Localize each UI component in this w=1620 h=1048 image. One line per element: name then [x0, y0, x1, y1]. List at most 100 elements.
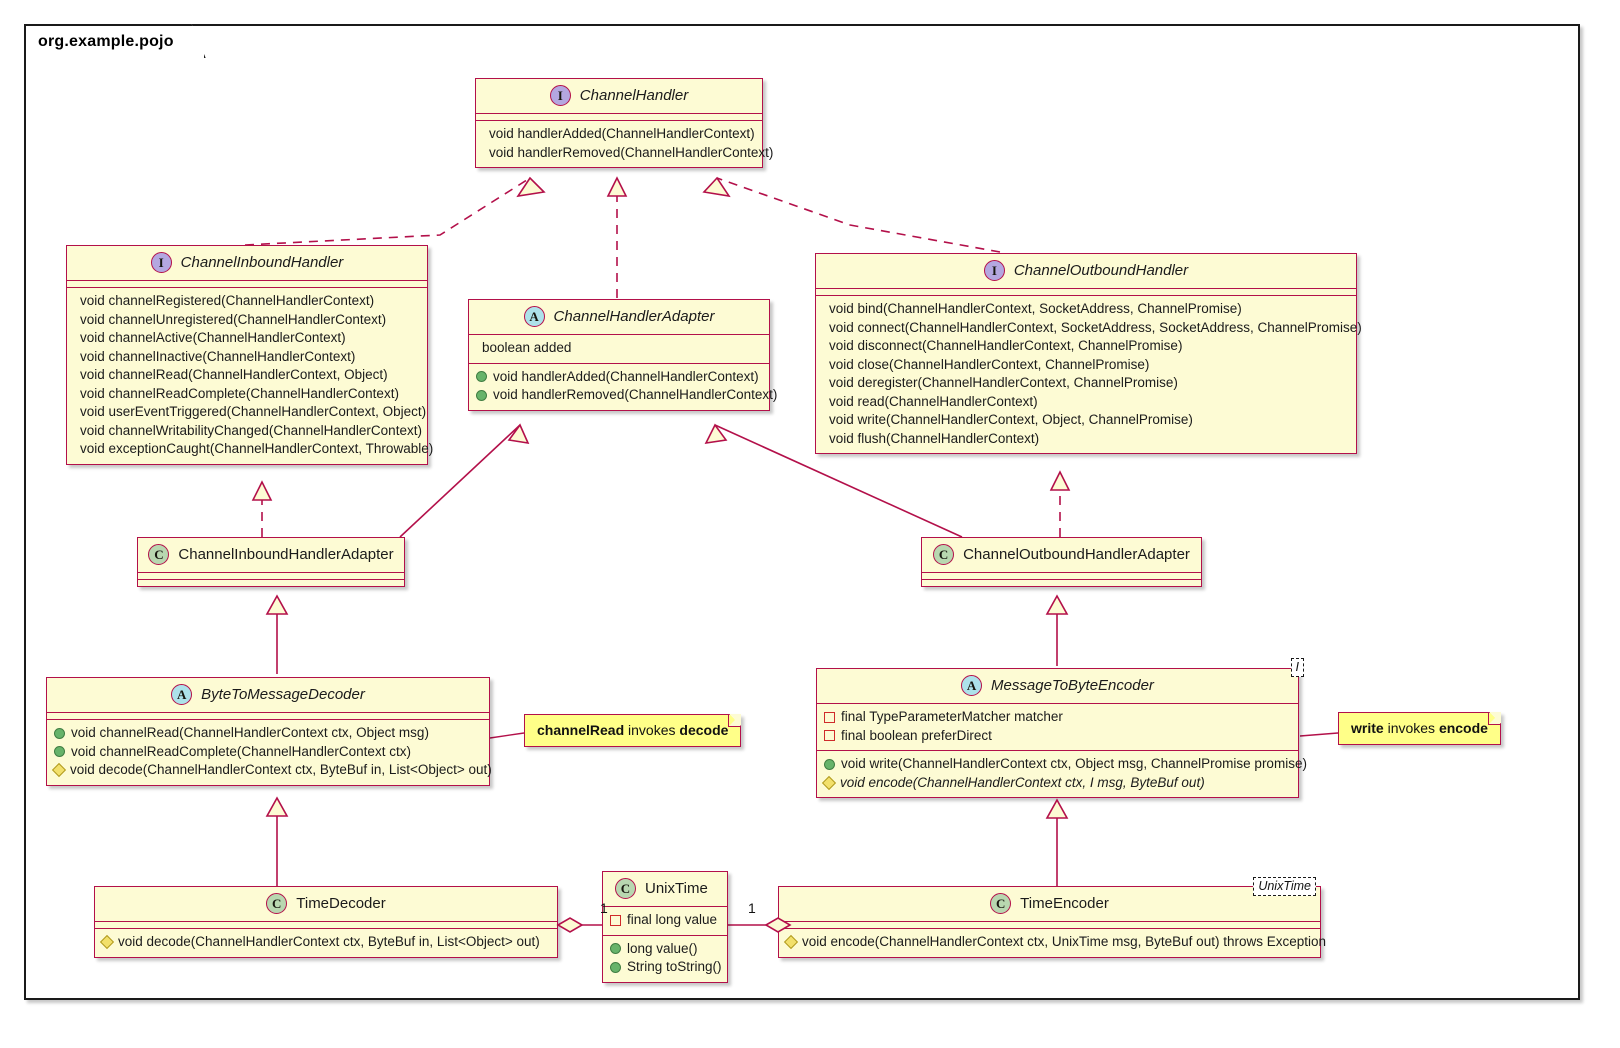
class-title: C TimeEncoder	[779, 887, 1320, 922]
field-row: boolean added	[476, 339, 762, 358]
method-row: void close(ChannelHandlerContext, Channe…	[823, 356, 1349, 375]
class-icon: C	[148, 544, 170, 565]
field-compartment: final TypeParameterMatcher matcher final…	[817, 704, 1298, 750]
method-row: void channelInactive(ChannelHandlerConte…	[74, 348, 420, 367]
note-plain: invokes	[624, 722, 680, 738]
note-bold-2: decode	[679, 722, 729, 738]
class-title: I ChannelInboundHandler	[67, 246, 427, 281]
method-row: void channelUnregistered(ChannelHandlerC…	[74, 311, 420, 330]
generic-type-parameter-tag: UnixTime	[1253, 877, 1316, 896]
empty-field-compartment	[816, 289, 1356, 296]
class-box-channel-outbound-handler[interactable]: I ChannelOutboundHandler void bind(Chann…	[815, 253, 1362, 454]
visibility-marker-public	[476, 389, 487, 401]
class-title: A ChannelHandlerAdapter	[469, 300, 769, 335]
method-label: void connect(ChannelHandlerContext, Sock…	[829, 319, 1362, 335]
class-box-channel-outbound-handler-adapter[interactable]: C ChannelOutboundHandlerAdapter	[921, 537, 1202, 587]
class-box-byte-to-message-decoder[interactable]: A ByteToMessageDecoder void channelRead(…	[46, 677, 492, 786]
method-label: void channelInactive(ChannelHandlerConte…	[80, 348, 356, 364]
field-label: final boolean preferDirect	[841, 727, 992, 743]
visibility-marker-protected	[821, 775, 837, 790]
method-label: void channelReadComplete(ChannelHandlerC…	[80, 385, 399, 401]
class-title: C TimeDecoder	[95, 887, 557, 922]
empty-method-compartment	[922, 580, 1201, 586]
method-label: void deregister(ChannelHandlerContext, C…	[829, 375, 1178, 390]
method-row: void channelWritabilityChanged(ChannelHa…	[74, 422, 422, 441]
note-bold-1: channelRead	[537, 722, 625, 738]
field-row: final TypeParameterMatcher matcher	[824, 708, 1291, 727]
class-icon: C	[990, 893, 1012, 914]
note-bold-2: encode	[1438, 720, 1488, 736]
method-label: void disconnect(ChannelHandlerContext, C…	[829, 338, 1183, 353]
method-label: void flush(ChannelHandlerContext)	[829, 430, 1040, 446]
class-name: TimeDecoder	[296, 895, 386, 912]
class-name: ChannelInboundHandlerAdapter	[178, 546, 394, 563]
class-box-time-encoder[interactable]: UnixTime C TimeEncoder void encode(Chann…	[778, 877, 1326, 958]
field-row: final boolean preferDirect	[824, 727, 1291, 746]
generic-type-parameter-tag: I	[1290, 658, 1304, 677]
field-label: final TypeParameterMatcher matcher	[841, 709, 1063, 724]
method-row: void channelReadComplete(ChannelHandlerC…	[74, 385, 420, 404]
class-title: A ByteToMessageDecoder	[47, 678, 489, 713]
visibility-marker-public	[54, 746, 65, 758]
note-write-invokes-encode: write invokes encode	[1338, 712, 1501, 745]
field-compartment: boolean added	[469, 335, 769, 363]
method-label: void channelActive(ChannelHandlerContext…	[80, 330, 346, 345]
visibility-marker-public	[824, 758, 835, 770]
method-label: void userEventTriggered(ChannelHandlerCo…	[80, 404, 427, 419]
method-compartment: long value() String toString()	[603, 934, 727, 982]
visibility-marker-protected	[783, 935, 799, 950]
method-label: void bind(ChannelHandlerContext, SocketA…	[829, 301, 1242, 316]
method-label: void decode(ChannelHandlerContext ctx, B…	[70, 762, 492, 777]
visibility-marker-public	[54, 727, 65, 739]
method-row: void encode(ChannelHandlerContext ctx, I…	[821, 774, 1291, 793]
class-name: ByteToMessageDecoder	[201, 686, 365, 703]
method-label: void write(ChannelHandlerContext ctx, Ob…	[841, 756, 1307, 771]
class-box-channel-handler[interactable]: I ChannelHandler void handlerAdded(Chann…	[475, 78, 773, 168]
empty-field-compartment	[779, 922, 1320, 929]
empty-field-compartment	[476, 114, 762, 121]
method-row: void disconnect(ChannelHandlerContext, C…	[823, 337, 1349, 356]
class-icon: C	[615, 878, 636, 899]
method-label: void close(ChannelHandlerContext, Channe…	[829, 356, 1150, 372]
method-row: void bind(ChannelHandlerContext, SocketA…	[823, 300, 1349, 319]
class-name: ChannelOutboundHandler	[1013, 262, 1189, 279]
class-name: ChannelHandlerAdapter	[553, 308, 715, 325]
method-row: void connect(ChannelHandlerContext, Sock…	[823, 319, 1362, 338]
field-label: boolean added	[482, 340, 572, 355]
method-compartment: void bind(ChannelHandlerContext, SocketA…	[816, 296, 1362, 453]
note-plain: invokes	[1383, 720, 1439, 736]
visibility-marker-private	[824, 711, 835, 723]
method-row: void deregister(ChannelHandlerContext, C…	[823, 374, 1349, 393]
method-row: void read(ChannelHandlerContext)	[823, 393, 1349, 412]
class-box-unix-time[interactable]: C UnixTime final long value long value()…	[602, 871, 728, 983]
method-compartment: void channelRead(ChannelHandlerContext c…	[47, 720, 492, 785]
field-row: final long value	[610, 911, 720, 930]
abstract-icon: A	[523, 306, 545, 327]
method-label: void handlerAdded(ChannelHandlerContext)	[493, 368, 759, 384]
multiplicity-decoder-unixtime: 1	[600, 900, 608, 916]
method-label: void handlerRemoved(ChannelHandlerContex…	[493, 387, 778, 402]
method-row: void channelActive(ChannelHandlerContext…	[74, 329, 420, 348]
empty-field-compartment	[922, 573, 1201, 580]
method-row: void encode(ChannelHandlerContext ctx, U…	[783, 933, 1326, 952]
empty-field-compartment	[47, 713, 489, 720]
class-box-time-decoder[interactable]: C TimeDecoder void decode(ChannelHandler…	[94, 886, 558, 958]
class-box-channel-inbound-handler[interactable]: I ChannelInboundHandler void channelRegi…	[66, 245, 433, 465]
method-label: void exceptionCaught(ChannelHandlerConte…	[80, 441, 434, 456]
class-name: ChannelHandler	[579, 87, 689, 104]
class-box-channel-handler-adapter[interactable]: A ChannelHandlerAdapter boolean added vo…	[468, 299, 777, 411]
method-compartment: void handlerAdded(ChannelHandlerContext)…	[469, 362, 777, 410]
class-box-channel-inbound-handler-adapter[interactable]: C ChannelInboundHandlerAdapter	[137, 537, 405, 587]
empty-method-compartment	[138, 580, 404, 586]
visibility-marker-private	[610, 914, 621, 926]
empty-field-compartment	[138, 573, 404, 580]
method-row: void channelReadComplete(ChannelHandlerC…	[54, 743, 482, 762]
field-compartment: final long value	[603, 907, 727, 935]
note-bold-1: write	[1351, 720, 1384, 736]
interface-icon: I	[983, 260, 1005, 281]
method-row: void decode(ChannelHandlerContext ctx, B…	[99, 933, 550, 952]
method-label: String toString()	[627, 959, 722, 974]
class-box-message-to-byte-encoder[interactable]: I A MessageToByteEncoder final TypeParam…	[816, 658, 1307, 798]
note-channel-read-invokes-decode: channelRead invokes decode	[524, 714, 742, 747]
class-title: C UnixTime	[603, 872, 727, 907]
